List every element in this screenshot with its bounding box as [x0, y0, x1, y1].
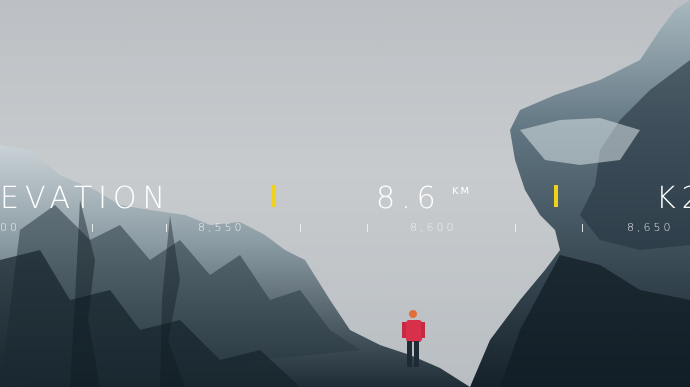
hero-image: EVATION 8.6 KM K2 00 8,550 8,600 8,650 — [0, 0, 690, 387]
glacier-scene — [0, 0, 690, 387]
